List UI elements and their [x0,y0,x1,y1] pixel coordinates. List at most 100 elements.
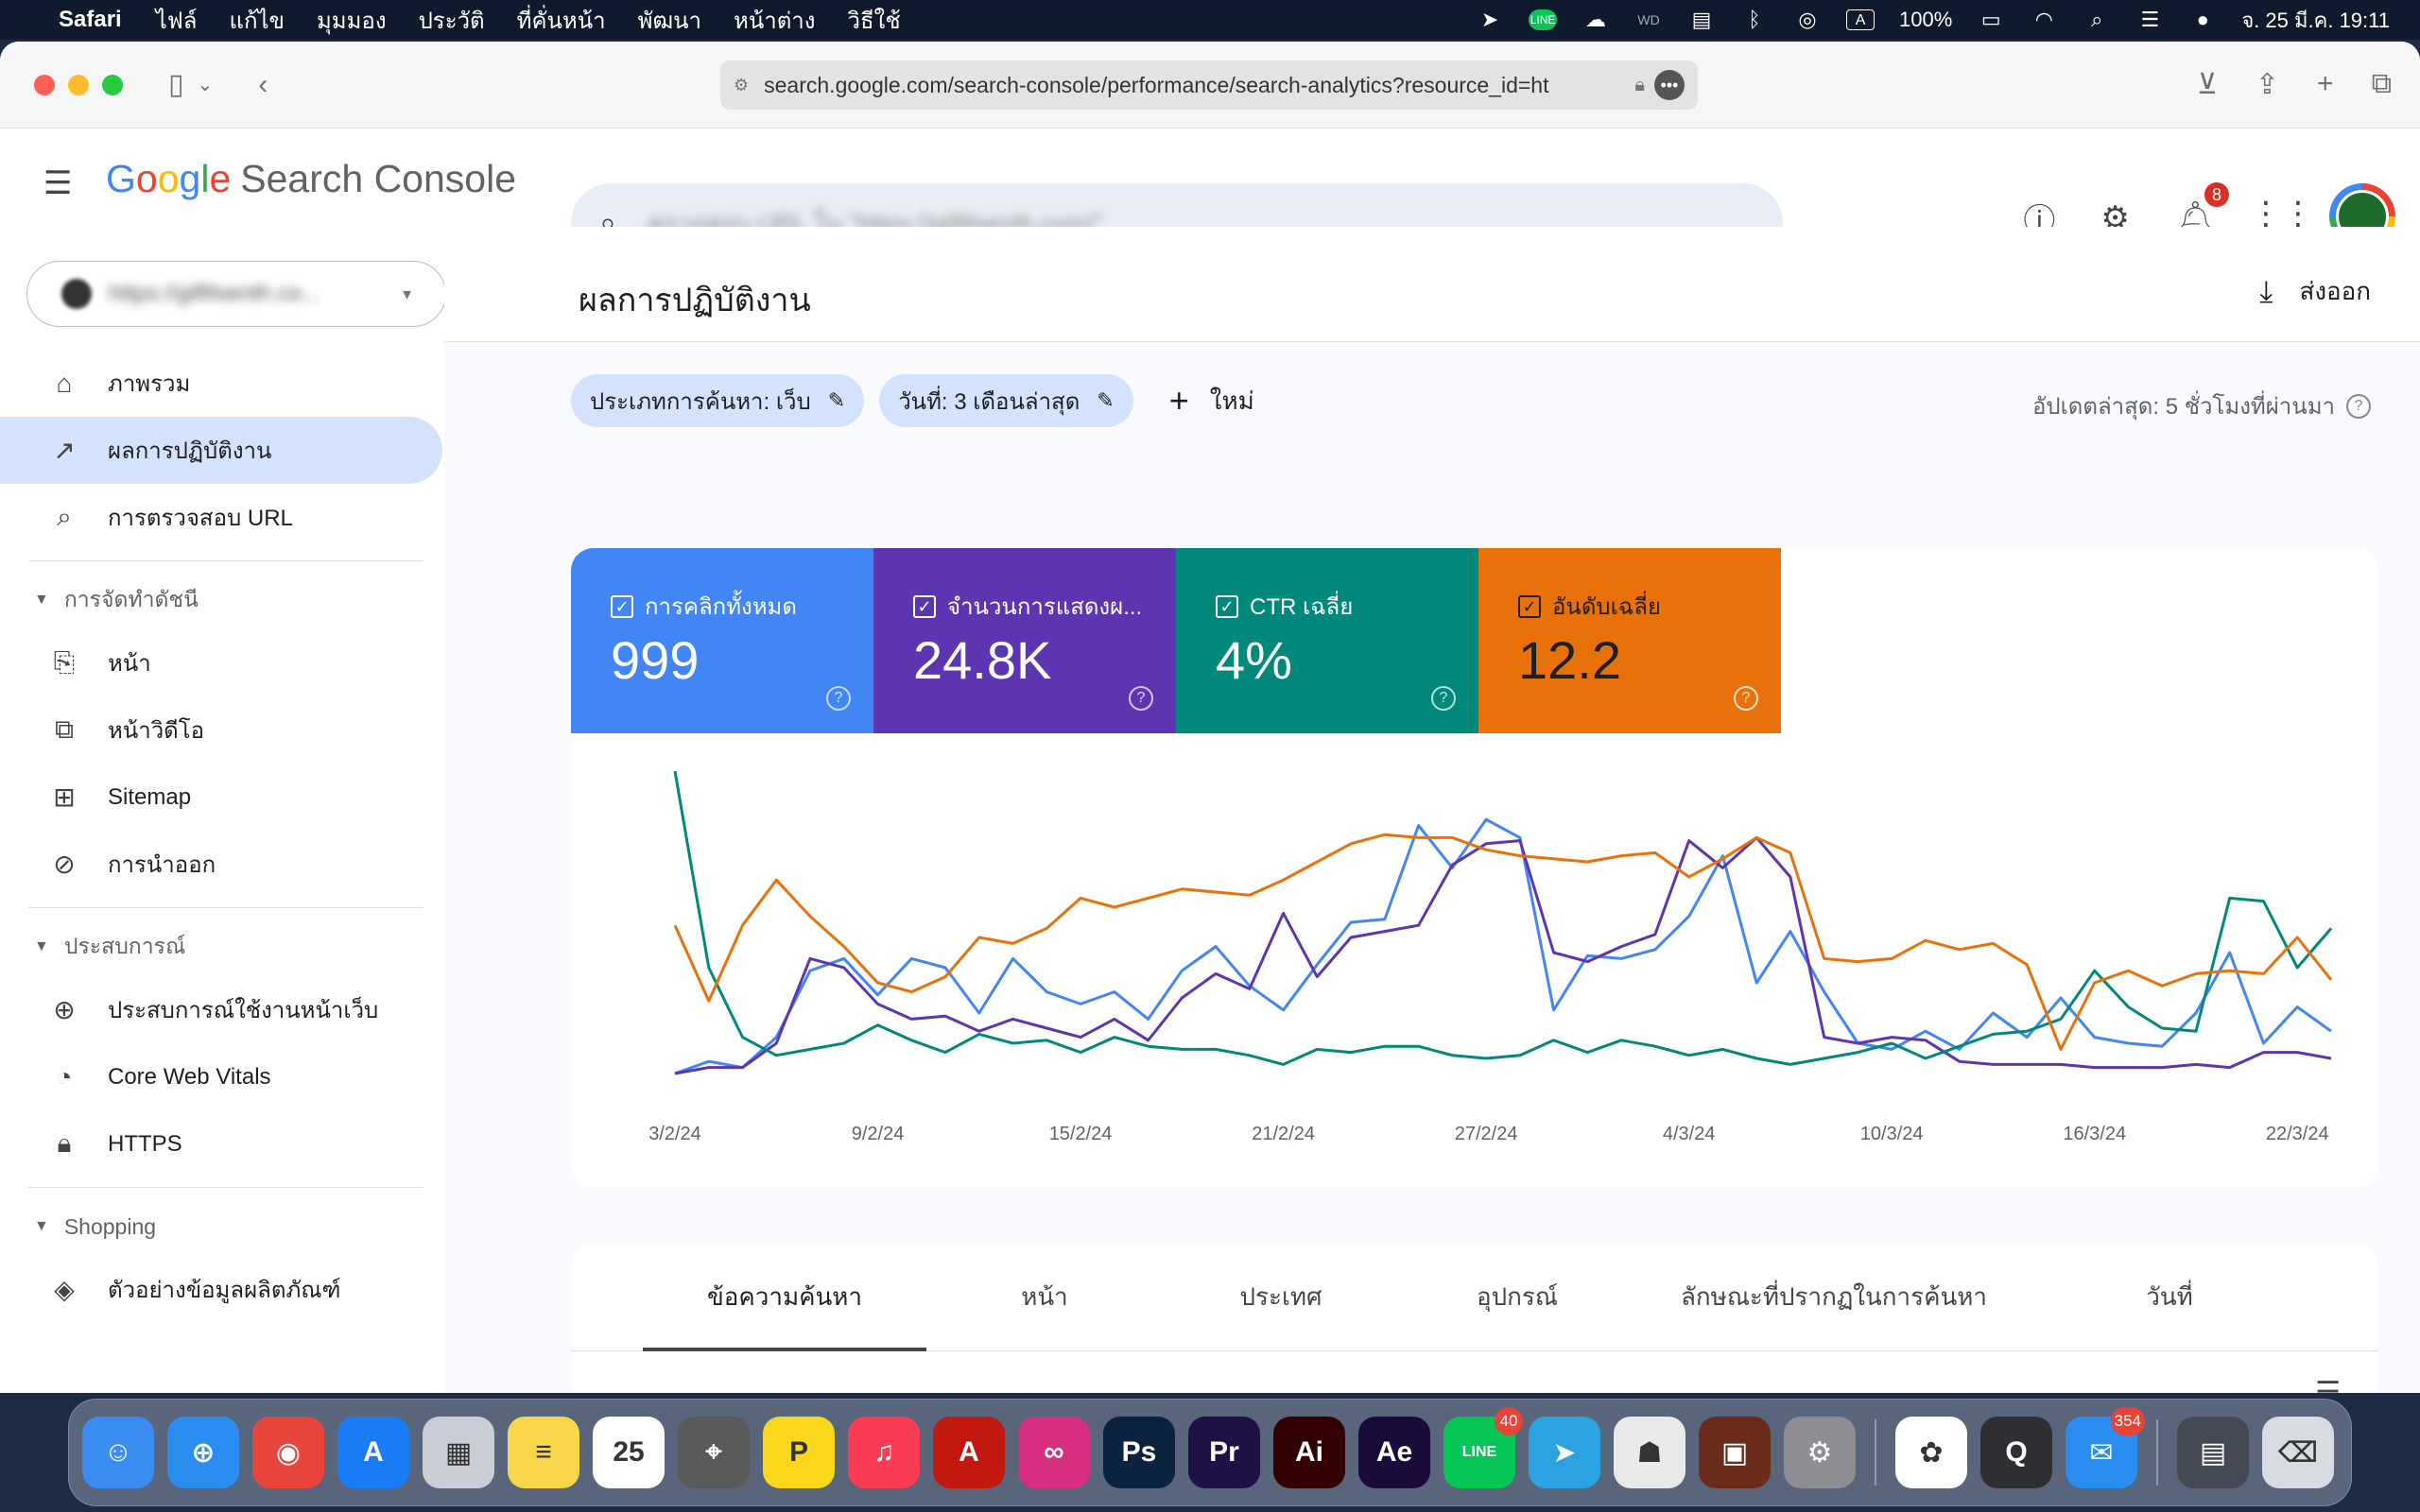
back-icon[interactable]: ‹ [258,69,268,101]
dock-photoshop-icon[interactable]: Ps [1103,1417,1175,1488]
metric-total-clicks[interactable]: ✓ การคลิกทั้งหมด 999 ? [571,548,873,733]
sidebar-item-sitemap[interactable]: ⊞ Sitemap [0,764,444,831]
sidebar-toggle-icon[interactable]: ▯ [168,68,184,101]
dock-trash-icon[interactable]: ⌫ [2262,1417,2334,1488]
date-filter-chip[interactable]: วันที่: 3 เดือนล่าสุด ✎ [879,374,1133,427]
dock-premiere-icon[interactable]: Pr [1188,1417,1260,1488]
url-text[interactable]: search.google.com/search-console/perform… [764,73,1625,98]
menu-help[interactable]: วิธีใช้ [848,2,901,39]
metric-average-ctr[interactable]: ✓ CTR เฉลี่ย 4% ? [1176,548,1478,733]
menu-edit[interactable]: แก้ไข [229,2,284,39]
dock-launchpad-icon[interactable]: ▦ [423,1417,494,1488]
checkbox-checked-icon[interactable]: ✓ [913,594,936,618]
help-icon[interactable]: ? [826,686,851,711]
location-icon[interactable]: ➤ [1476,9,1504,30]
menu-bookmarks[interactable]: ที่คั่นหน้า [517,2,606,39]
tab-pages[interactable]: หน้า [926,1244,1163,1350]
dock-after-effects-icon[interactable]: Ae [1358,1417,1430,1488]
line-tray-icon[interactable]: LINE [1529,9,1558,30]
dock-chrome-icon[interactable]: ◉ [252,1417,324,1488]
add-filter-button[interactable]: + ใหม่ [1169,381,1254,421]
export-button[interactable]: ⤓ ส่งออก [2259,272,2371,311]
menu-file[interactable]: ไฟล์ [156,2,198,39]
tab-devices[interactable]: อุปกรณ์ [1399,1244,1635,1350]
checkbox-checked-icon[interactable]: ✓ [611,594,633,618]
dock-line-icon[interactable]: LINE 40 [1443,1407,1523,1488]
help-icon[interactable]: ? [1734,686,1758,711]
dock-acrobat-icon[interactable]: A [933,1417,1005,1488]
dock-system-settings-icon[interactable]: ⚙ [1784,1417,1856,1488]
dock-screenshot-icon[interactable]: ⌖ [678,1417,750,1488]
dock-finder-icon[interactable]: ☺ [82,1417,154,1488]
drive-stack-icon[interactable]: ▤ [1687,9,1716,30]
menu-history[interactable]: ประวัติ [419,2,485,39]
sidebar-item-overview[interactable]: ⌂ ภาพรวม [0,350,444,417]
help-icon[interactable]: ? [2346,393,2371,419]
dock-voice-icon[interactable]: ☗ [1614,1417,1685,1488]
dock-telegram-icon[interactable]: ➤ [1529,1417,1600,1488]
input-source-icon[interactable]: A [1846,9,1876,30]
dock-photos-icon[interactable]: ✿ [1895,1417,1967,1488]
site-settings-icon[interactable]: ⚙ [734,76,749,95]
battery-icon[interactable]: ▭ [1977,9,2005,30]
checkbox-checked-icon[interactable]: ✓ [1216,594,1238,618]
menu-view[interactable]: มุมมอง [317,2,387,39]
dock-creative-cloud-icon[interactable]: ∞ [1018,1417,1090,1488]
sidebar-group-indexing[interactable]: ▼ การจัดทำดัชนี [0,571,444,629]
menu-window[interactable]: หน้าต่าง [734,2,815,39]
metric-average-position[interactable]: ✓ อันดับเฉลี่ย 12.2 ? [1478,548,1781,733]
dock-quicktime-icon[interactable]: Q [1980,1417,2052,1488]
spotlight-icon[interactable]: ⌕ [2083,9,2111,30]
tab-dates[interactable]: วันที่ [2032,1244,2307,1350]
zoom-window-button[interactable] [102,74,123,95]
dock-photo-booth-icon[interactable]: ▣ [1699,1417,1771,1488]
minimize-window-button[interactable] [68,74,89,95]
sidebar-item-core-web-vitals[interactable]: ◔ Core Web Vitals [0,1043,444,1110]
menu-develop[interactable]: พัฒนา [638,2,701,39]
main-menu-icon[interactable]: ☰ [43,164,72,202]
menu-clock[interactable]: จ. 25 มี.ค. 19:11 [2241,4,2390,37]
bluetooth-icon[interactable]: ᛒ [1740,9,1769,30]
dock-safari-icon[interactable]: ⊕ [167,1417,239,1488]
downloads-icon[interactable]: ⊻ [2197,68,2218,101]
tab-countries[interactable]: ประเทศ [1163,1244,1399,1350]
property-selector[interactable]: https://gilfilsenth.co... ▾ [26,261,446,327]
page-menu-icon[interactable]: ••• [1654,70,1685,100]
tab-search-appearance[interactable]: ลักษณะที่ปรากฏในการค้นหา [1635,1244,2032,1350]
performance-line-chart[interactable]: 3/2/24 9/2/24 15/2/24 21/2/24 27/2/24 4/3/24 1… [571,733,2378,1187]
sidebar-item-performance[interactable]: ↗ ผลการปฏิบัติงาน [0,417,442,484]
checkbox-checked-icon[interactable]: ✓ [1518,594,1541,618]
dock-notes-icon[interactable]: ≡ [508,1417,579,1488]
sidebar-item-video-pages[interactable]: ⧉ หน้าวิดีโอ [0,696,444,764]
help-icon[interactable]: ? [1129,686,1153,711]
wifi-icon[interactable]: ◠ [2030,9,2058,30]
control-center-icon[interactable]: ☰ [2135,9,2164,30]
search-type-filter-chip[interactable]: ประเภทการค้นหา: เว็บ ✎ [571,374,865,427]
sidebar-group-experience[interactable]: ▼ ประสบการณ์ [0,918,444,976]
sidebar-item-product-snippets[interactable]: ◈ ตัวอย่างข้อมูลผลิตภัณฑ์ [0,1256,444,1323]
dock-music-icon[interactable]: ♫ [848,1417,920,1488]
dock-post-it-icon[interactable]: P [763,1417,835,1488]
tab-overview-icon[interactable]: ⧉ [2372,68,2392,101]
menu-app-name[interactable]: Safari [59,7,122,33]
sidebar-group-shopping[interactable]: ▼ Shopping [0,1197,444,1256]
help-icon[interactable]: ? [1431,686,1456,711]
sidebar-item-pages[interactable]: ⎘ หน้า [0,629,444,696]
sidebar-item-https[interactable]: 🔒︎ HTTPS [0,1110,444,1177]
sidebar-item-removals[interactable]: ⊘ การนำออก [0,831,444,898]
share-icon[interactable]: ⇪ [2256,68,2279,101]
address-bar[interactable]: ⚙ search.google.com/search-console/perfo… [720,60,1698,110]
dock-mail-icon[interactable]: ✉ 354 [2066,1407,2145,1488]
sidebar-item-url-inspection[interactable]: ⌕ การตรวจสอบ URL [0,484,444,551]
airdrop-icon[interactable]: ◎ [1793,9,1822,30]
wd-drive-icon[interactable]: WD [1634,9,1663,30]
new-tab-icon[interactable]: + [2317,68,2334,101]
chevron-down-icon[interactable]: ⌄ [198,73,214,96]
creative-cloud-tray-icon[interactable]: ☁ [1582,9,1610,30]
tab-queries[interactable]: ข้อความค้นหา [643,1244,926,1351]
gsc-logo[interactable]: Google Search Console [106,157,516,201]
dock-folder-stack-icon[interactable]: ▤ [2177,1417,2249,1488]
sidebar-item-page-experience[interactable]: ⊕ ประสบการณ์ใช้งานหน้าเว็บ [0,976,444,1043]
metric-total-impressions[interactable]: ✓ จำนวนการแสดงผ... 24.8K ? [873,548,1176,733]
siri-icon[interactable]: ● [2188,9,2217,30]
